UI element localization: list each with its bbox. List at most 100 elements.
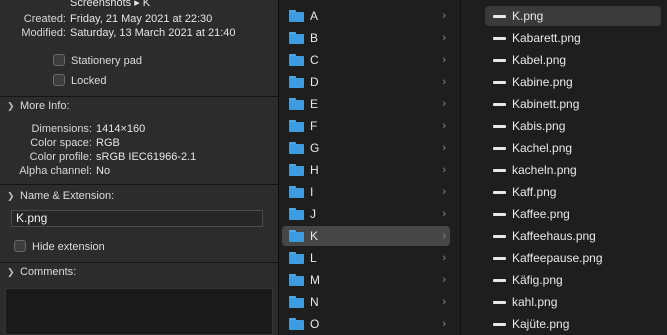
folder-row[interactable]: I › (282, 182, 450, 202)
file-name: kacheln.png (512, 163, 577, 177)
file-row[interactable]: Käfig.png (485, 270, 661, 290)
dimensions-value: 1414×160 (96, 123, 146, 135)
folder-icon (289, 186, 304, 198)
folder-name: K (310, 229, 319, 243)
image-file-icon (493, 37, 506, 40)
image-file-icon (493, 279, 506, 282)
comments-textarea[interactable] (5, 288, 273, 335)
path-header: Screenshots ▸ K (0, 0, 278, 10)
name-extension-section-header[interactable]: ❯ Name & Extension: (0, 188, 278, 204)
file-row[interactable]: kacheln.png (485, 160, 661, 180)
file-name: Käfig.png (512, 273, 563, 287)
locked-checkbox[interactable]: Locked (53, 74, 106, 88)
hide-extension-checkbox[interactable]: Hide extension (14, 240, 105, 254)
folder-icon (289, 296, 304, 308)
folder-row[interactable]: D › (282, 72, 450, 92)
folder-row[interactable]: L › (282, 248, 450, 268)
file-row[interactable]: Kabinett.png (485, 94, 661, 114)
created-label: Created: (23, 13, 66, 25)
more-info-section-header[interactable]: ❯ More Info: (0, 98, 278, 114)
image-file-icon (493, 147, 506, 150)
folder-name: M (310, 273, 320, 287)
color-space-label: Color space: (30, 137, 92, 149)
file-row[interactable]: Kaffeepause.png (485, 248, 661, 268)
folder-row[interactable]: N › (282, 292, 450, 312)
folder-name: E (310, 97, 319, 111)
folder-name: I (310, 185, 314, 199)
comments-section-header[interactable]: ❯ Comments: (0, 264, 278, 280)
folder-row[interactable]: C › (282, 50, 450, 70)
image-file-icon (493, 191, 506, 194)
alpha-channel-row: Alpha channel: No (0, 164, 278, 178)
file-name: Kajüte.png (512, 317, 570, 331)
chevron-right-icon: › (442, 296, 446, 308)
modified-label: Modified: (21, 27, 66, 39)
name-extension-title: Name & Extension: (20, 190, 115, 202)
folder-row[interactable]: H › (282, 160, 450, 180)
folder-name: N (310, 295, 319, 309)
locked-label: Locked (71, 75, 107, 87)
folder-row[interactable]: G › (282, 138, 450, 158)
image-file-icon (493, 81, 506, 84)
file-row[interactable]: Kaffee.png (485, 204, 661, 224)
folder-row[interactable]: F › (282, 116, 450, 136)
file-row[interactable]: Kachel.png (485, 138, 661, 158)
stationery-pad-checkbox[interactable]: Stationery pad (53, 54, 142, 68)
folder-row[interactable]: K › (282, 226, 450, 246)
divider (0, 262, 278, 263)
folder-name: J (310, 207, 316, 221)
folder-name: O (310, 317, 320, 331)
folder-row[interactable]: M › (282, 270, 450, 290)
folder-name: L (310, 251, 317, 265)
file-name: Kaffeehaus.png (512, 229, 596, 243)
chevron-right-icon: › (442, 164, 446, 176)
file-row[interactable]: Kaffeehaus.png (485, 226, 661, 246)
folder-name: H (310, 163, 319, 177)
file-name: Kaffee.png (512, 207, 570, 221)
path-text: Screenshots ▸ K (70, 0, 151, 9)
file-name: kahl.png (512, 295, 558, 309)
folder-row[interactable]: B › (282, 28, 450, 48)
folder-icon (289, 76, 304, 88)
divider (0, 184, 278, 185)
file-row[interactable]: Kabis.png (485, 116, 661, 136)
image-file-icon (493, 15, 506, 18)
folder-icon (289, 164, 304, 176)
folder-row[interactable]: O › (282, 314, 450, 334)
color-profile-label: Color profile: (29, 151, 92, 163)
dimensions-label: Dimensions: (31, 123, 92, 135)
file-name: Kabis.png (512, 119, 566, 133)
created-value: Friday, 21 May 2021 at 22:30 (70, 13, 213, 25)
file-name: Kabel.png (512, 53, 567, 67)
disclosure-down-icon: ❯ (7, 191, 15, 201)
created-row: Created: Friday, 21 May 2021 at 22:30 (0, 12, 278, 26)
chevron-right-icon: › (442, 10, 446, 22)
chevron-right-icon: › (442, 274, 446, 286)
file-name: Kaff.png (512, 185, 557, 199)
file-row[interactable]: Kabarett.png (485, 28, 661, 48)
file-name: Kabinett.png (512, 97, 580, 111)
folder-row[interactable]: J › (282, 204, 450, 224)
file-row[interactable]: Kabel.png (485, 50, 661, 70)
chevron-right-icon: › (442, 252, 446, 264)
image-file-icon (493, 213, 506, 216)
chevron-right-icon: › (442, 208, 446, 220)
image-file-icon (493, 169, 506, 172)
checkbox-box (14, 240, 26, 253)
folder-icon (289, 120, 304, 132)
color-profile-value: sRGB IEC61966-2.1 (96, 151, 197, 163)
folder-icon (289, 142, 304, 154)
file-row[interactable]: K.png (485, 6, 661, 26)
folder-row[interactable]: A › (282, 6, 450, 26)
file-row[interactable]: Kaff.png (485, 182, 661, 202)
modified-row: Modified: Saturday, 13 March 2021 at 21:… (0, 26, 278, 40)
file-row[interactable]: kahl.png (485, 292, 661, 312)
color-space-row: Color space: RGB (0, 136, 278, 150)
folder-icon (289, 54, 304, 66)
file-row[interactable]: Kabine.png (485, 72, 661, 92)
chevron-right-icon: › (442, 120, 446, 132)
folder-icon (289, 32, 304, 44)
file-row[interactable]: Kajüte.png (485, 314, 661, 334)
filename-input[interactable]: K.png (11, 210, 263, 227)
folder-row[interactable]: E › (282, 94, 450, 114)
